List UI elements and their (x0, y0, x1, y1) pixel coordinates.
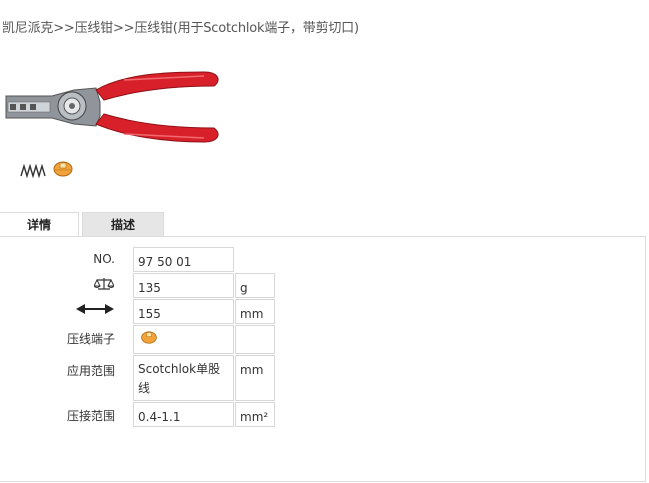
length-unit: mm (235, 299, 275, 324)
tab-details[interactable]: 详情 (0, 212, 79, 238)
crimp-unit: mm² (235, 402, 275, 427)
crimp-label: 压接范围 (66, 409, 115, 423)
product-image (5, 71, 219, 143)
connector-icon (141, 331, 157, 344)
weight-value: 135 (133, 273, 234, 298)
range-unit: mm (235, 355, 275, 401)
details-panel (0, 236, 646, 482)
weight-unit: g (235, 273, 275, 298)
terminal-unit (235, 325, 275, 354)
terminal-label: 压线端子 (66, 332, 115, 346)
tab-description[interactable]: 描述 (82, 212, 164, 238)
scale-icon (94, 278, 114, 290)
crimp-value: 0.4-1.1 (133, 402, 234, 427)
connector-icon[interactable] (52, 160, 74, 178)
range-label: 应用范围 (66, 364, 115, 378)
double-arrow-icon (76, 304, 114, 314)
range-value: Scotchlok单股线 (133, 355, 234, 401)
terminal-value (133, 325, 234, 354)
no-value: 97 50 01 (133, 247, 234, 272)
length-value: 155 (133, 299, 234, 324)
spring-icon[interactable] (20, 164, 48, 178)
no-label: NO. (93, 252, 115, 266)
breadcrumb: 凯尼派克>>压线钳>>压线钳(用于Scotchlok端子，带剪切口) (2, 21, 359, 36)
